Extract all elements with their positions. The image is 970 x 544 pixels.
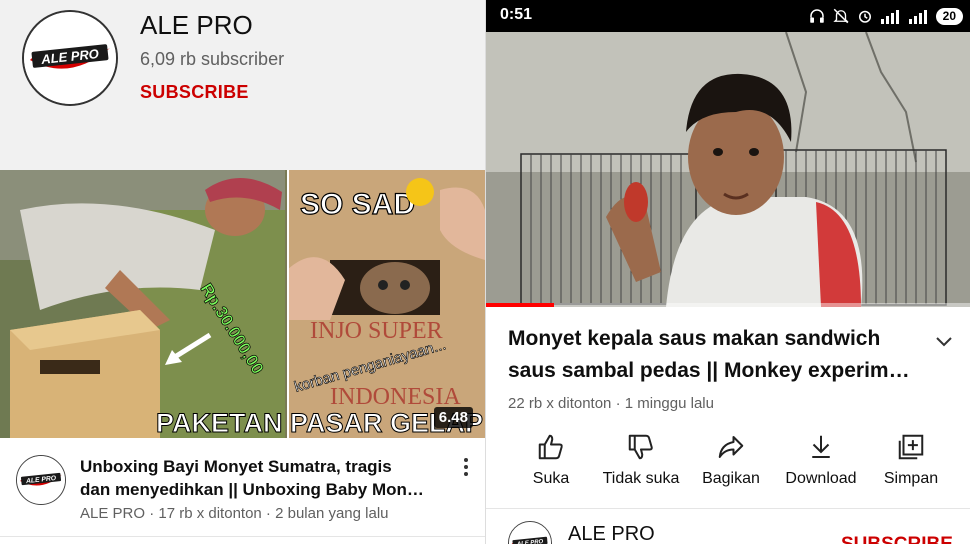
share-icon: [718, 436, 744, 458]
watch-channel-avatar[interactable]: ALE PRO: [508, 521, 552, 544]
video-channel-avatar[interactable]: ALE PRO: [16, 455, 66, 505]
video-meta: ALE PRO · 17 rb x ditonton · 2 bulan yan…: [80, 505, 389, 522]
dislike-button[interactable]: Tidak suka: [596, 430, 686, 500]
notifications-off-icon: [833, 8, 849, 24]
watch-channel-name[interactable]: ALE PRO: [568, 523, 655, 544]
ale-pro-logo-icon: ALE PRO: [17, 456, 65, 504]
share-label: Bagikan: [702, 470, 760, 487]
video-progress-fill: [486, 303, 554, 307]
video-title[interactable]: Unboxing Bayi Monyet Sumatra, tragis dan…: [80, 455, 440, 501]
thumbs-up-icon: [538, 434, 563, 460]
divider: [486, 508, 970, 509]
download-button[interactable]: Download: [776, 430, 866, 500]
watch-video-meta: 22 rb x ditonton · 1 minggu lalu: [508, 395, 714, 412]
signal-icon: [908, 10, 927, 24]
like-button[interactable]: Suka: [506, 430, 596, 500]
battery-indicator: 20: [935, 7, 963, 25]
like-label: Suka: [532, 470, 570, 487]
save-playlist-icon: [898, 434, 924, 460]
signal-4g-icon: [880, 10, 899, 24]
video-player[interactable]: [486, 32, 970, 307]
video-title-line: dan menyedihkan || Unboxing Baby Mon…: [80, 480, 424, 499]
dislike-label: Tidak suka: [602, 470, 680, 487]
channel-avatar[interactable]: ALE PRO: [22, 10, 118, 106]
bottom-navigation: [0, 536, 485, 544]
watch-video-title[interactable]: Monyet kepala saus makan sandwich saus s…: [508, 323, 908, 387]
watch-title-line: saus sambal pedas || Monkey experim…: [508, 359, 908, 382]
video-progress-bar[interactable]: [486, 303, 970, 307]
video-title-line: Unboxing Bayi Monyet Sumatra, tragis: [80, 457, 392, 476]
headphones-icon: [809, 9, 824, 23]
channel-header: ALE PRO ALE PRO 6,09 rb subscriber SUBSC…: [0, 0, 485, 170]
svg-text:INJO SUPER: INJO SUPER: [310, 318, 443, 344]
save-button[interactable]: Simpan: [866, 430, 956, 500]
video-thumbnail[interactable]: SO SAD INJO SUPER INDONESIA korban penga…: [0, 170, 485, 438]
action-bar: Suka Tidak suka Bagikan Download Simpan: [486, 430, 970, 500]
save-label: Simpan: [883, 470, 939, 487]
alarm-icon: [858, 10, 871, 23]
channel-name: ALE PRO: [140, 10, 253, 40]
watch-title-line: Monyet kepala saus makan sandwich: [508, 327, 881, 350]
share-button[interactable]: Bagikan: [686, 430, 776, 500]
chevron-down-icon[interactable]: [932, 330, 956, 354]
watch-page-panel: 0:51 20 Monyet kepala saus makan sandwic…: [485, 0, 970, 544]
subscriber-count: 6,09 rb subscriber: [140, 49, 285, 69]
download-icon: [812, 435, 830, 458]
status-icons: 20: [808, 5, 963, 27]
thumbs-down-icon: [628, 434, 653, 460]
video-duration-badge: 6.48: [433, 407, 473, 428]
channel-page-panel: ALE PRO ALE PRO 6,09 rb subscriber SUBSC…: [0, 0, 485, 544]
video-info-row[interactable]: ALE PRO Unboxing Bayi Monyet Sumatra, tr…: [0, 444, 485, 534]
more-options-icon[interactable]: [460, 458, 472, 480]
watch-subscribe-button[interactable]: SUBSCRIBE: [841, 534, 953, 544]
video-frame: [486, 32, 970, 307]
thumbnail-image: SO SAD INJO SUPER INDONESIA korban penga…: [0, 170, 485, 438]
ale-pro-logo-icon: ALE PRO: [24, 12, 116, 104]
download-label: Download: [785, 470, 857, 487]
status-bar: 0:51 20: [486, 0, 970, 32]
svg-text:SO SAD: SO SAD: [300, 188, 415, 221]
status-time: 0:51: [500, 6, 533, 23]
subscribe-button[interactable]: SUBSCRIBE: [140, 82, 249, 103]
ale-pro-logo-icon: ALE PRO: [509, 522, 551, 544]
